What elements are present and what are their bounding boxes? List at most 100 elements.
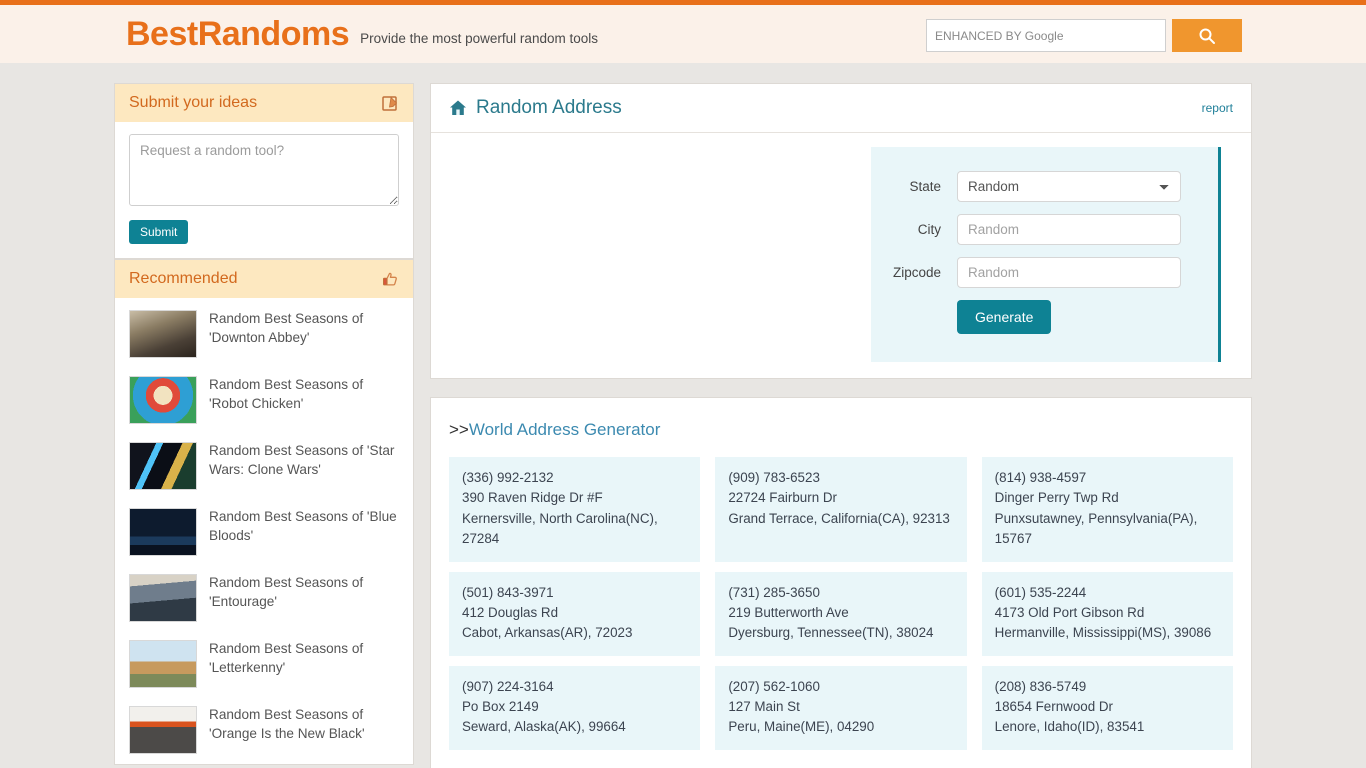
address-street: 4173 Old Port Gibson Rd [994,604,1145,620]
idea-textarea[interactable] [129,134,399,206]
recommended-list: Random Best Seasons of 'Downton Abbey' R… [115,298,413,764]
list-item-label: Random Best Seasons of 'Orange Is the Ne… [209,707,365,741]
address-phone: (814) 938-4597 [994,470,1087,485]
recommended-header: Recommended [115,260,413,298]
results-title: >>World Address Generator [449,420,1233,440]
address-locality: Seward, Alaska(AK), 99664 [462,719,626,735]
address-phone: (207) 562-1060 [728,678,820,694]
address-locality: Hermanville, Mississippi(MS), 39086 [994,625,1212,641]
address-card[interactable]: (907) 224-3164 Po Box 2149 Seward, Alask… [449,665,701,750]
sidebar: Submit your ideas Submit Recommended [114,83,414,765]
search-input[interactable] [926,19,1166,52]
address-locality: Cabot, Arkansas(AR), 72023 [462,625,633,641]
card-header: Random Address report [431,84,1251,133]
thumbnail-image [129,442,197,490]
address-phone: (909) 783-6523 [728,470,820,485]
address-card[interactable]: (207) 562-1060 127 Main St Peru, Maine(M… [715,665,967,750]
list-item[interactable]: Random Best Seasons of 'Orange Is the Ne… [115,698,413,764]
address-street: 390 Raven Ridge Dr #F [462,490,603,506]
list-item[interactable]: Random Best Seasons of 'Robot Chicken' [115,368,413,434]
address-phone: (501) 843-3971 [462,584,554,600]
list-item-label: Random Best Seasons of 'Robot Chicken' [209,377,364,411]
results-title-prefix: >> [449,420,469,439]
form-zone: State Random City Zipcode [431,133,1251,378]
submit-ideas-header: Submit your ideas [115,84,413,122]
address-form: State Random City Zipcode [871,147,1221,362]
world-address-generator-link[interactable]: World Address Generator [469,420,661,439]
list-item[interactable]: Random Best Seasons of 'Letterkenny' [115,632,413,698]
main-content: Random Address report State Random City [430,83,1252,768]
page-title: Random Address [476,97,622,118]
address-card[interactable]: (601) 535-2244 4173 Old Port Gibson Rd H… [981,571,1233,656]
address-street: Po Box 2149 [462,699,539,714]
address-locality: Grand Terrace, California(CA), 92313 [728,510,950,526]
list-item[interactable]: Random Best Seasons of 'Downton Abbey' [115,302,413,368]
address-locality: Lenore, Idaho(ID), 83541 [994,719,1145,735]
address-street: 412 Douglas Rd [462,604,559,620]
zipcode-input[interactable] [957,257,1181,288]
site-header: BestRandoms Provide the most powerful ra… [0,5,1366,63]
address-street: 219 Butterworth Ave [728,604,849,620]
thumbnail-image [129,376,197,424]
state-label: State [909,179,941,194]
zipcode-label: Zipcode [892,265,941,280]
site-tagline: Provide the most powerful random tools [360,31,598,46]
city-row: City [871,214,1208,245]
address-card[interactable]: (208) 836-5749 18654 Fernwood Dr Lenore,… [981,665,1233,750]
list-item-label: Random Best Seasons of 'Letterkenny' [209,641,364,675]
list-item-label: Random Best Seasons of 'Blue Bloods' [209,509,397,543]
address-street: Dinger Perry Twp Rd [994,490,1119,506]
edit-icon [382,95,399,112]
address-phone: (601) 535-2244 [994,584,1087,600]
thumbnail-image [129,706,197,754]
address-card[interactable]: (336) 992-2132 390 Raven Ridge Dr #F Ker… [449,457,701,562]
address-phone: (907) 224-3164 [462,678,554,694]
search-icon [1198,27,1216,45]
address-street: 22724 Fairburn Dr [728,490,837,506]
address-card[interactable]: (731) 285-3650 219 Butterworth Ave Dyers… [715,571,967,656]
random-address-card: Random Address report State Random City [430,83,1252,379]
address-locality: Punxsutawney, Pennsylvania(PA), 15767 [994,510,1198,547]
list-item[interactable]: Random Best Seasons of 'Blue Bloods' [115,500,413,566]
list-item[interactable]: Random Best Seasons of 'Star Wars: Clone… [115,434,413,500]
search-button[interactable] [1172,19,1242,52]
thumbnail-image [129,640,197,688]
thumbs-up-icon [382,271,399,288]
city-label: City [917,222,941,237]
thumbnail-image [129,310,197,358]
address-street: 18654 Fernwood Dr [994,699,1114,714]
address-grid: (336) 992-2132 390 Raven Ridge Dr #F Ker… [449,457,1233,750]
address-card[interactable]: (909) 783-6523 22724 Fairburn Dr Grand T… [715,457,967,562]
results-card: >>World Address Generator (336) 992-2132… [430,397,1252,768]
home-icon [449,99,467,117]
submit-ideas-body: Submit [115,122,413,258]
thumbnail-image [129,508,197,556]
address-locality: Dyersburg, Tennessee(TN), 38024 [728,625,934,641]
site-logo[interactable]: BestRandoms [126,17,350,51]
address-phone: (208) 836-5749 [994,678,1087,694]
submit-button[interactable]: Submit [129,220,189,244]
card-header-left: Random Address [449,97,622,119]
list-item-label: Random Best Seasons of 'Entourage' [209,575,364,609]
search-form [926,19,1242,52]
page-layout: Submit your ideas Submit Recommended [0,63,1366,768]
address-card[interactable]: (814) 938-4597 Dinger Perry Twp Rd Punxs… [981,457,1233,562]
submit-ideas-title: Submit your ideas [129,94,258,111]
list-item-label: Random Best Seasons of 'Star Wars: Clone… [209,443,395,477]
report-link[interactable]: report [1202,101,1233,115]
recommended-title: Recommended [129,270,238,287]
generate-row: Generate [871,300,1208,334]
address-phone: (336) 992-2132 [462,470,554,485]
generate-button[interactable]: Generate [957,300,1052,334]
address-locality: Kernersville, North Carolina(NC), 27284 [462,510,658,547]
address-card[interactable]: (501) 843-3971 412 Douglas Rd Cabot, Ark… [449,571,701,656]
address-locality: Peru, Maine(ME), 04290 [728,719,875,735]
zipcode-row: Zipcode [871,257,1208,288]
submit-ideas-panel: Submit your ideas Submit [114,83,414,259]
generate-spacer [871,300,957,334]
list-item[interactable]: Random Best Seasons of 'Entourage' [115,566,413,632]
thumbnail-image [129,574,197,622]
city-input[interactable] [957,214,1181,245]
state-select[interactable]: Random [957,171,1181,202]
address-street: 127 Main St [728,699,800,714]
